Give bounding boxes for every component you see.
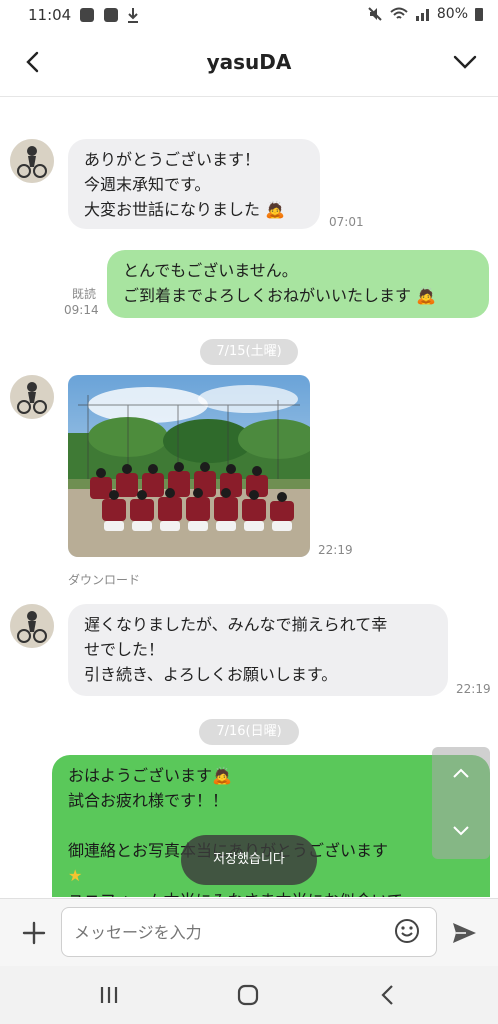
sticker-emoji-icon: 🙇 (416, 286, 437, 305)
outgoing-message[interactable]: とんでもございません。 ご到着までよろしくおねがいいたします 🙇 (107, 250, 489, 318)
message-line: 今週末承知です。 (84, 175, 211, 194)
emoji-icon[interactable] (394, 918, 420, 944)
team-photo[interactable] (68, 375, 310, 557)
send-icon[interactable] (450, 919, 478, 947)
scroll-down-icon[interactable] (452, 825, 470, 837)
chat-header: yasuDA (0, 30, 498, 97)
message-time: 07:01 (329, 215, 364, 229)
battery-text: 80% (436, 6, 468, 22)
message-input-bar (0, 898, 498, 967)
message-line: 引き続き、よろしくお願いします。 (84, 665, 338, 684)
date-separator: 7/15(土曜) (200, 339, 298, 365)
recents-icon[interactable] (98, 984, 120, 1006)
message-line: ユニフォーム本当にみなさま本当にお似合いで (68, 888, 474, 897)
avatar[interactable] (10, 604, 54, 648)
scroll-controls (432, 747, 490, 859)
toast-notification: 저장했습니다 (181, 835, 317, 885)
status-bar: 11:04 80% (0, 0, 498, 30)
sticker-emoji-icon: 🙇 (212, 766, 232, 785)
signal-icon (415, 9, 429, 21)
message-line: 遅くなりましたが、みんなで揃えられて幸 (84, 615, 388, 634)
mute-icon (368, 7, 382, 21)
notification-icon (80, 8, 94, 22)
incoming-message[interactable]: ありがとうございます！ 今週末承知です。 大変お世話になりました 🙇 (68, 139, 320, 229)
message-line: 試合お疲れ様です！！ (68, 791, 229, 810)
message-line: ご到着までよろしくおねがいいたします 🙇 (123, 286, 437, 305)
message-time: 22:19 (456, 682, 491, 696)
avatar[interactable] (10, 139, 54, 183)
system-nav-bar (0, 966, 498, 1024)
download-icon (128, 8, 138, 23)
sticker-emoji-icon: 🙇 (265, 200, 286, 219)
nav-back-icon[interactable] (378, 983, 398, 1007)
message-line: せでした！ (84, 640, 165, 659)
message-time: 22:19 (318, 543, 353, 557)
notification-icon (104, 8, 118, 22)
status-right: 80% (367, 6, 484, 22)
incoming-message[interactable]: 遅くなりましたが、みんなで揃えられて幸 せでした！ 引き続き、よろしくお願いしま… (68, 604, 448, 696)
chat-area[interactable]: ありがとうございます！ 今週末承知です。 大変お世話になりました 🙇 07:01… (0, 97, 498, 897)
date-separator: 7/16(日曜) (199, 719, 299, 745)
message-line: とんでもございません。 (123, 261, 298, 280)
plus-icon[interactable] (20, 919, 48, 947)
home-icon[interactable] (236, 983, 260, 1007)
read-receipt: 既読 (72, 287, 97, 301)
message-line: ありがとうございます！ (84, 150, 261, 169)
message-line: おはようございます🙇 (68, 766, 232, 785)
status-time: 11:04 (28, 6, 72, 24)
message-field[interactable] (61, 907, 437, 957)
chevron-down-icon[interactable] (452, 52, 478, 72)
wifi-icon (390, 7, 408, 19)
message-input[interactable] (62, 908, 376, 956)
download-link[interactable]: ダウンロード (68, 571, 140, 588)
battery-icon (475, 8, 483, 21)
message-line: 大変お世話になりました 🙇 (84, 200, 286, 219)
scroll-up-icon[interactable] (452, 767, 470, 779)
message-time: 09:14 (64, 303, 99, 317)
avatar[interactable] (10, 375, 54, 419)
chat-title: yasuDA (206, 50, 292, 74)
